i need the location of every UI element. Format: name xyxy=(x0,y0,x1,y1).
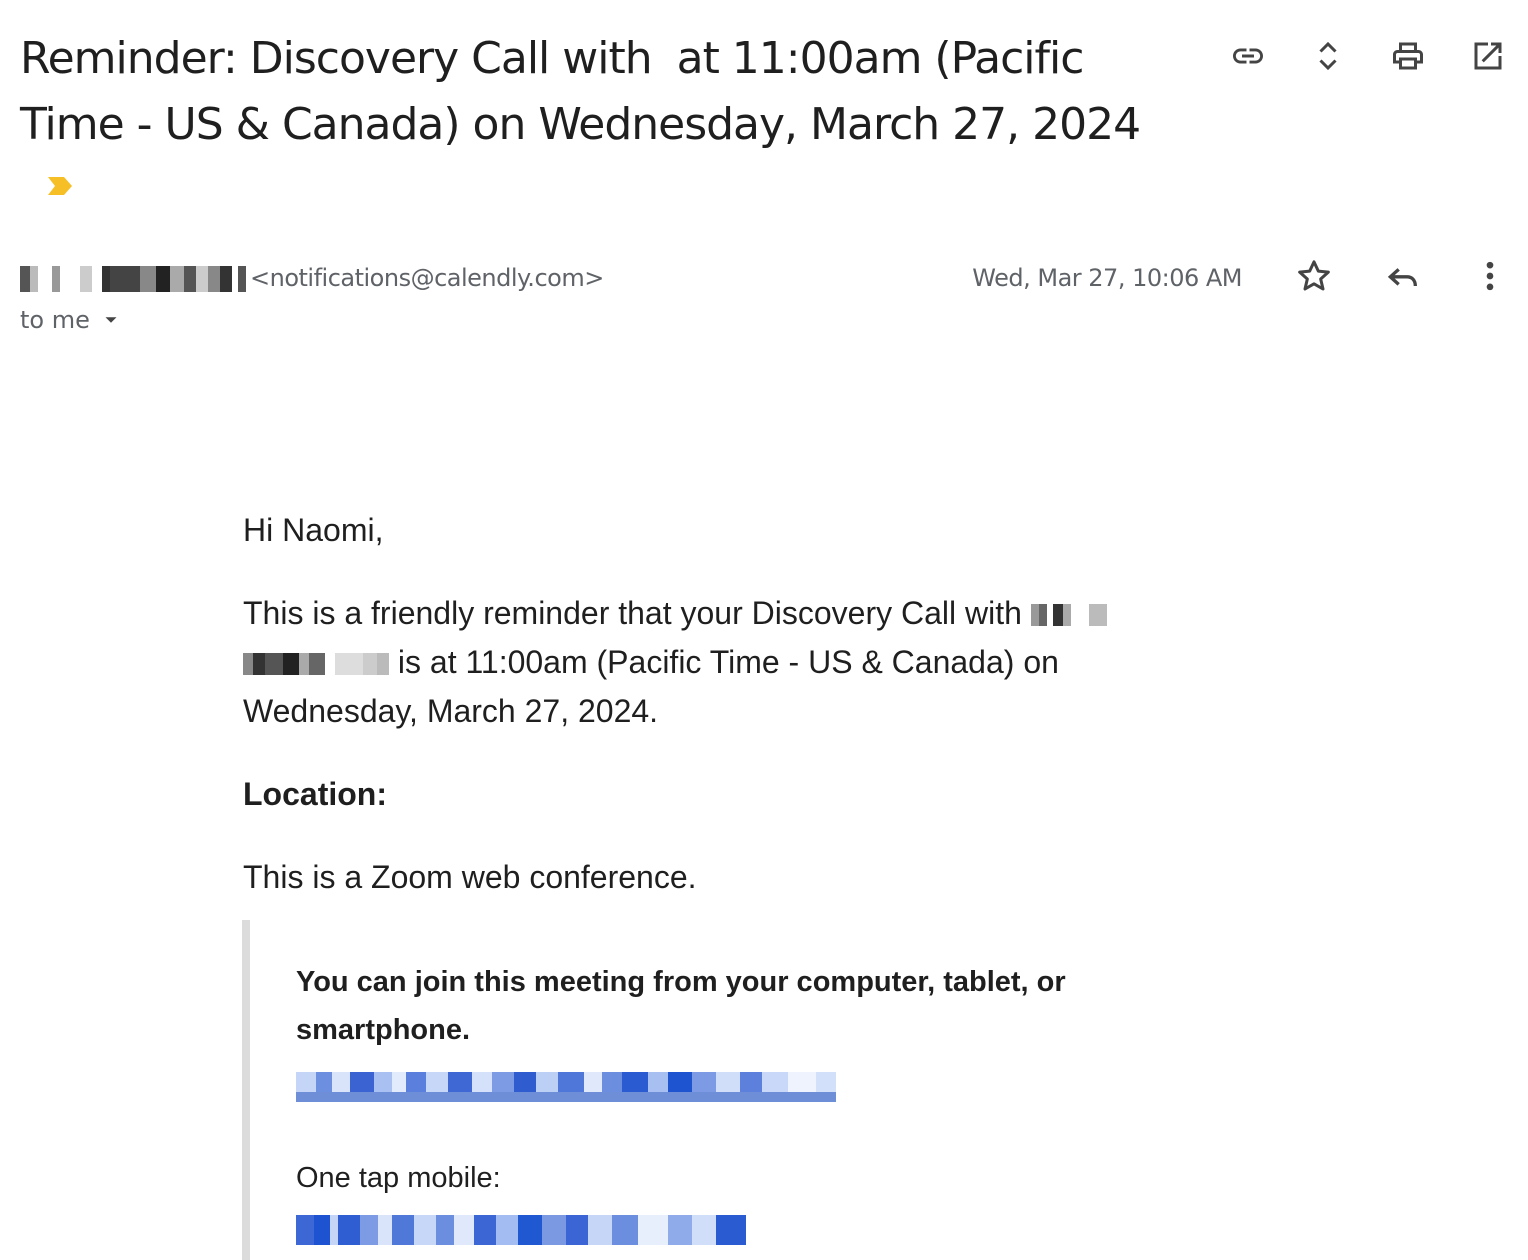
top-actions xyxy=(1230,38,1506,74)
greeting: Hi Naomi, xyxy=(243,512,384,548)
caret-down-icon xyxy=(105,317,117,323)
join-instructions: You can join this meeting from your comp… xyxy=(296,966,1066,1046)
message-actions xyxy=(1294,256,1510,296)
email-view: Reminder: Discovery Call with at 11:00am… xyxy=(0,0,1528,1260)
zoom-details: You can join this meeting from your comp… xyxy=(296,958,1116,1245)
reminder-start: This is a friendly reminder that your Di… xyxy=(243,595,1022,631)
location-text: This is a Zoom web conference. xyxy=(243,859,697,895)
link-icon[interactable] xyxy=(1230,38,1266,74)
email-date: Wed, Mar 27, 10:06 AM xyxy=(972,264,1242,292)
redacted-meeting-link[interactable] xyxy=(296,1072,836,1102)
important-marker-icon[interactable] xyxy=(46,175,74,197)
reply-icon[interactable] xyxy=(1382,256,1422,296)
redacted-host-name-2 xyxy=(243,653,389,675)
reminder-paragraph: This is a friendly reminder that your Di… xyxy=(243,589,1203,736)
more-vert-icon[interactable] xyxy=(1470,256,1510,296)
expand-collapse-icon[interactable] xyxy=(1310,38,1346,74)
recipient-details-toggle[interactable]: to me xyxy=(20,306,122,334)
star-icon[interactable] xyxy=(1294,256,1334,296)
location-label: Location: xyxy=(243,776,387,812)
open-in-new-window-icon[interactable] xyxy=(1470,38,1506,74)
print-icon[interactable] xyxy=(1390,38,1426,74)
redacted-host-name xyxy=(1030,604,1107,626)
email-subject: Reminder: Discovery Call with at 11:00am… xyxy=(20,28,1190,218)
redacted-mobile-link[interactable] xyxy=(296,1215,746,1245)
recipient-label: to me xyxy=(20,306,90,334)
zoom-details-quote: You can join this meeting from your comp… xyxy=(242,920,1130,1260)
subject-prefix: Reminder: Discovery Call with xyxy=(20,33,653,84)
sender-row: <notifications@calendly.com> Wed, Mar 27… xyxy=(20,260,1510,298)
sender-email: <notifications@calendly.com> xyxy=(250,264,604,292)
mobile-label: One tap mobile: xyxy=(296,1162,501,1194)
redacted-sender-name xyxy=(20,266,246,292)
email-body: Hi Naomi, This is a friendly reminder th… xyxy=(243,506,1203,926)
